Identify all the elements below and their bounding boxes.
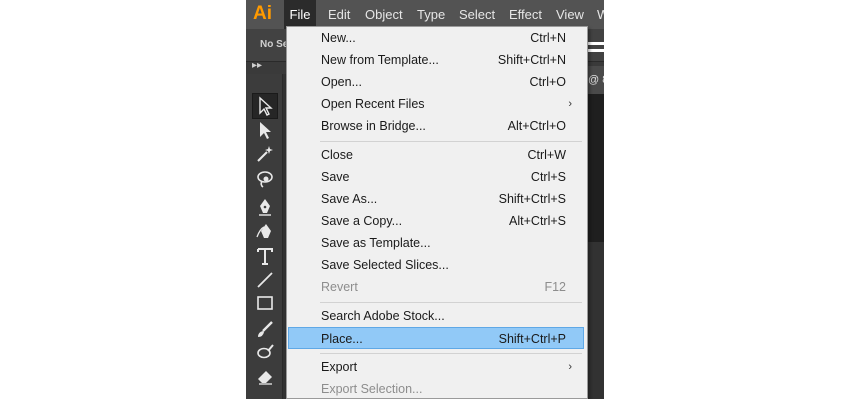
menu-item-export-selection: Export Selection...: [288, 378, 584, 398]
menu-item-label: Export: [321, 360, 358, 374]
menu-edit[interactable]: Edit: [328, 0, 350, 29]
type-tool-icon[interactable]: [252, 243, 278, 269]
menu-item-save-a-copy[interactable]: Save a Copy... Alt+Ctrl+S: [288, 210, 584, 232]
menu-item-label: Save Selected Slices...: [321, 258, 449, 272]
menu-item-label: Export Selection...: [321, 382, 423, 396]
menu-separator: [320, 353, 582, 354]
app-logo: Ai: [253, 3, 272, 24]
menu-item-open[interactable]: Open... Ctrl+O: [288, 71, 584, 93]
selection-status: No Se: [260, 39, 289, 50]
menu-item-shortcut: Ctrl+N: [530, 31, 566, 45]
menu-item-label: Open...: [321, 75, 362, 89]
menu-item-new[interactable]: New... Ctrl+N: [288, 27, 584, 49]
curvature-tool-icon[interactable]: [252, 218, 278, 244]
menu-item-new-from-template[interactable]: New from Template... Shift+Ctrl+N: [288, 49, 584, 71]
menu-item-label: Place...: [321, 332, 363, 346]
menu-item-save[interactable]: Save Ctrl+S: [288, 166, 584, 188]
stroke-weight-icon[interactable]: [588, 42, 604, 56]
menu-item-save-selected-slices[interactable]: Save Selected Slices...: [288, 254, 584, 276]
menu-item-label: Search Adobe Stock...: [321, 309, 445, 323]
menu-item-shortcut: Shift+Ctrl+P: [498, 332, 566, 346]
menu-item-label: New...: [321, 31, 356, 45]
menu-item-shortcut: F12: [544, 280, 566, 294]
menu-item-open-recent-files[interactable]: Open Recent Files ›: [288, 93, 584, 115]
menu-object[interactable]: Object: [365, 0, 403, 29]
menu-item-label: Save a Copy...: [321, 214, 403, 228]
menu-window[interactable]: W: [597, 0, 604, 29]
menu-item-shortcut: Ctrl+S: [530, 170, 566, 184]
shaper-tool-icon[interactable]: [252, 339, 278, 365]
menu-item-label: Save As...: [321, 192, 378, 206]
menu-item-save-as[interactable]: Save As... Shift+Ctrl+S: [288, 188, 584, 210]
menu-separator: [320, 302, 582, 303]
menu-item-label: Revert: [321, 280, 358, 294]
menu-item-place[interactable]: Place... Shift+Ctrl+P: [288, 327, 584, 349]
menu-item-label: Browse in Bridge...: [321, 119, 426, 133]
menu-item-save-as-template[interactable]: Save as Template...: [288, 232, 584, 254]
selection-tool-icon[interactable]: [252, 93, 278, 119]
menu-item-revert: Revert F12: [288, 276, 584, 298]
menu-item-export[interactable]: Export ›: [288, 356, 584, 378]
menu-item-label: Save: [321, 170, 350, 184]
menu-item-shortcut: Alt+Ctrl+O: [507, 119, 566, 133]
submenu-arrow-icon: ›: [568, 98, 572, 110]
menu-item-shortcut: Ctrl+O: [529, 75, 566, 89]
menu-view[interactable]: View: [556, 0, 584, 29]
lasso-tool-icon[interactable]: [252, 166, 278, 192]
rectangle-tool-icon[interactable]: [252, 290, 278, 316]
menu-item-label: Open Recent Files: [321, 97, 425, 111]
pen-tool-icon[interactable]: [252, 194, 278, 220]
menu-item-label: Close: [321, 148, 353, 162]
file-menu-dropdown: New... Ctrl+N New from Template... Shift+Ct…: [286, 26, 588, 399]
menu-item-shortcut: Shift+Ctrl+S: [498, 192, 566, 206]
menu-select[interactable]: Select: [459, 0, 495, 29]
menu-item-label: Save as Template...: [321, 236, 431, 250]
menu-item-browse-in-bridge[interactable]: Browse in Bridge... Alt+Ctrl+O: [288, 115, 584, 137]
menu-effect[interactable]: Effect: [509, 0, 542, 29]
menu-type[interactable]: Type: [417, 0, 445, 29]
collapse-panel-icon[interactable]: ▸▸: [252, 60, 262, 71]
menu-item-search-adobe-stock[interactable]: Search Adobe Stock...: [288, 305, 584, 327]
direct-selection-tool-icon[interactable]: [252, 117, 278, 143]
eraser-tool-icon[interactable]: [252, 363, 278, 389]
menu-bar: Ai File Edit Object Type Select Effect V…: [246, 0, 604, 29]
magic-wand-tool-icon[interactable]: [252, 141, 278, 167]
menu-item-shortcut: Shift+Ctrl+N: [497, 53, 566, 67]
menu-item-label: New from Template...: [321, 53, 439, 67]
menu-item-close[interactable]: Close Ctrl+W: [288, 144, 584, 166]
menu-separator: [320, 141, 582, 142]
tools-panel: [246, 74, 283, 399]
menu-item-shortcut: Alt+Ctrl+S: [509, 214, 566, 228]
submenu-arrow-icon: ›: [568, 361, 572, 373]
menu-file[interactable]: File: [284, 0, 316, 29]
menu-item-shortcut: Ctrl+W: [527, 148, 566, 162]
